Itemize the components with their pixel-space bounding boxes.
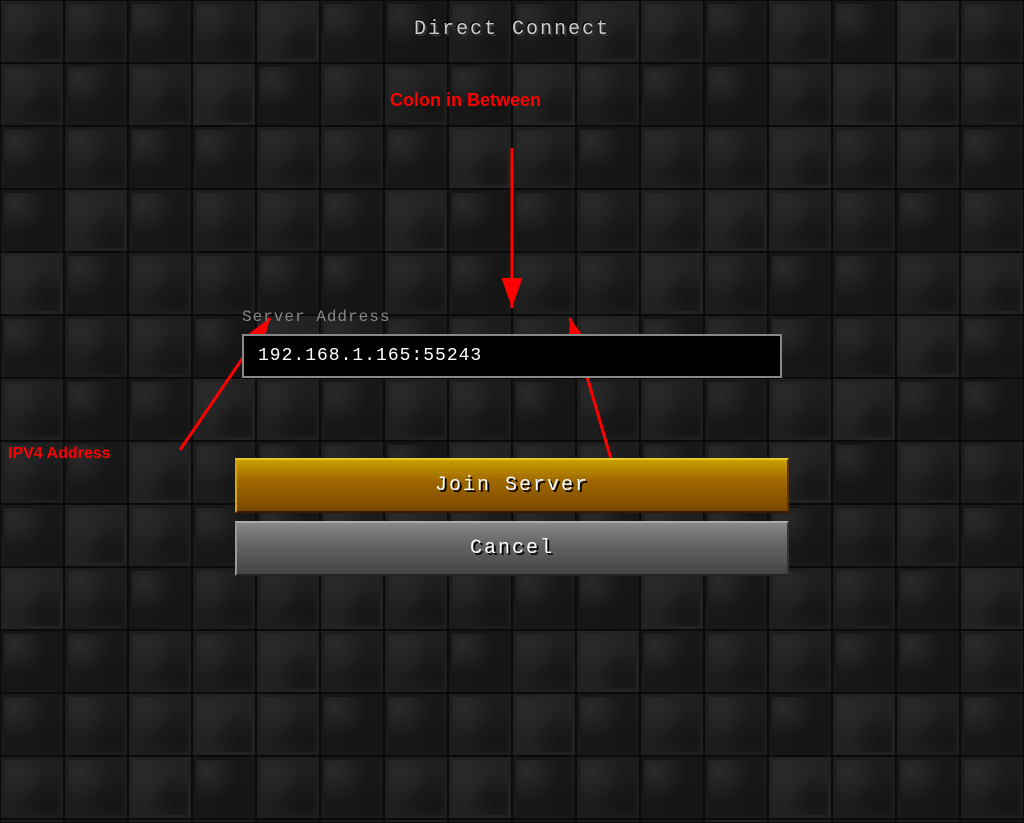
- cancel-button[interactable]: Cancel: [235, 521, 789, 576]
- server-address-input[interactable]: [242, 334, 782, 378]
- field-label: Server Address: [242, 308, 390, 326]
- ipv4-annotation: IPV4 Address: [8, 445, 111, 463]
- overlay: Direct Connect Colon in Between IPV4 Add…: [0, 0, 1024, 823]
- page-title: Direct Connect: [414, 18, 610, 41]
- minecraft-background: Direct Connect Colon in Between IPV4 Add…: [0, 0, 1024, 823]
- join-server-button[interactable]: Join Server: [235, 458, 789, 513]
- colon-annotation: Colon in Between: [390, 90, 541, 111]
- dialog: Server Address Join Server Cancel: [232, 308, 792, 576]
